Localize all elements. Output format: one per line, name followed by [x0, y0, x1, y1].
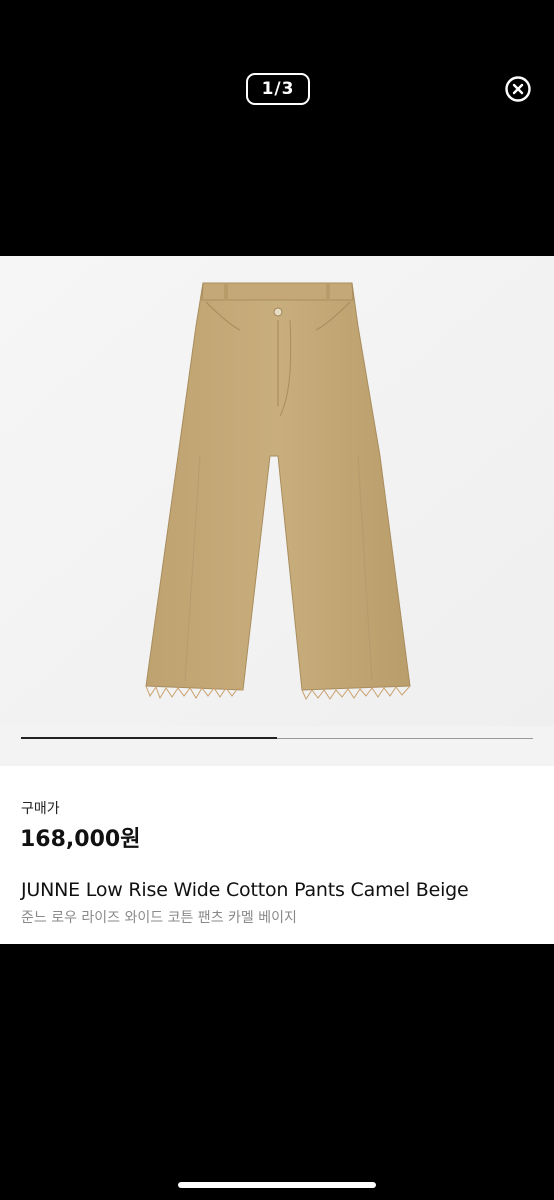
- home-indicator[interactable]: [178, 1182, 376, 1188]
- product-image: [0, 256, 554, 726]
- product-info-panel: 구매가 168,000원 JUNNE Low Rise Wide Cotton …: [0, 766, 554, 944]
- product-image-carousel[interactable]: [0, 256, 554, 766]
- viewer-header: 1/3: [0, 0, 554, 256]
- close-circle-icon: [505, 76, 531, 102]
- page-indicator: 1/3: [246, 73, 310, 105]
- product-name-korean: 준느 로우 라이즈 와이드 코튼 팬츠 카멜 베이지: [21, 910, 297, 926]
- price-value: 168,000원: [20, 827, 141, 852]
- product-name-english: JUNNE Low Rise Wide Cotton Pants Camel B…: [21, 879, 469, 901]
- close-button[interactable]: [505, 76, 531, 102]
- price-label: 구매가: [21, 801, 60, 817]
- image-progress-fill: [21, 737, 277, 739]
- image-progress-track: [21, 737, 533, 739]
